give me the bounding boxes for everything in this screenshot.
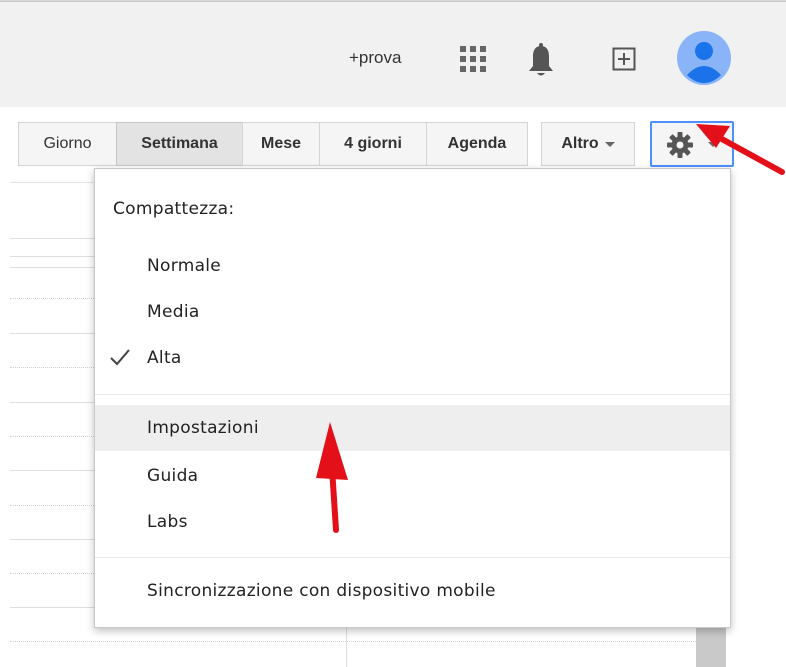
grid-line: [10, 505, 94, 506]
grid-line: [10, 298, 94, 299]
account-avatar-icon[interactable]: [677, 31, 731, 85]
header-top-border: [0, 1, 786, 2]
grid-line: [10, 539, 94, 540]
grid-line: [10, 256, 94, 257]
grid-line: [10, 436, 94, 437]
view-button-mese[interactable]: Mese: [242, 122, 320, 166]
settings-chevron-down-icon: [708, 142, 718, 147]
view-button-giorno[interactable]: Giorno: [18, 122, 117, 166]
menu-separator: [95, 557, 730, 558]
settings-dropdown-menu: Compattezza: Normale Media Alta Impostaz…: [94, 168, 731, 628]
view-button-settimana[interactable]: Settimana: [116, 122, 243, 166]
view-button-agenda[interactable]: Agenda: [426, 122, 528, 166]
view-button-4-giorni[interactable]: 4 giorni: [319, 122, 427, 166]
density-option-normale[interactable]: Normale: [95, 243, 730, 289]
grid-line: [10, 470, 94, 471]
density-option-media[interactable]: Media: [95, 289, 730, 335]
grid-line: [10, 333, 94, 334]
more-views-label: Altro: [561, 135, 599, 152]
menu-item-mobile-sync[interactable]: Sincronizzazione con dispositivo mobile: [95, 568, 730, 614]
menu-item-impostazioni[interactable]: Impostazioni: [95, 405, 730, 451]
notifications-bell-icon[interactable]: [527, 42, 555, 78]
account-link[interactable]: +prova: [349, 48, 401, 68]
gear-icon: [667, 132, 693, 158]
grid-column-line: [346, 628, 347, 667]
menu-separator: [95, 394, 730, 395]
grid-line: [10, 641, 700, 642]
more-views-button[interactable]: Altro: [541, 122, 635, 166]
grid-line: [10, 573, 94, 574]
add-box-icon[interactable]: [612, 47, 636, 71]
menu-item-guida[interactable]: Guida: [95, 453, 730, 499]
density-option-alta[interactable]: Alta: [95, 335, 730, 381]
grid-line: [10, 607, 94, 608]
chevron-down-icon: [604, 141, 615, 147]
apps-grid-icon[interactable]: [458, 44, 488, 74]
checkmark-icon: [110, 349, 130, 366]
grid-line: [10, 238, 94, 239]
settings-button[interactable]: [650, 121, 734, 167]
grid-line: [10, 367, 94, 368]
density-heading: Compattezza:: [113, 199, 235, 219]
menu-item-labs[interactable]: Labs: [95, 499, 730, 545]
grid-line: [10, 402, 94, 403]
grid-line: [10, 267, 94, 268]
